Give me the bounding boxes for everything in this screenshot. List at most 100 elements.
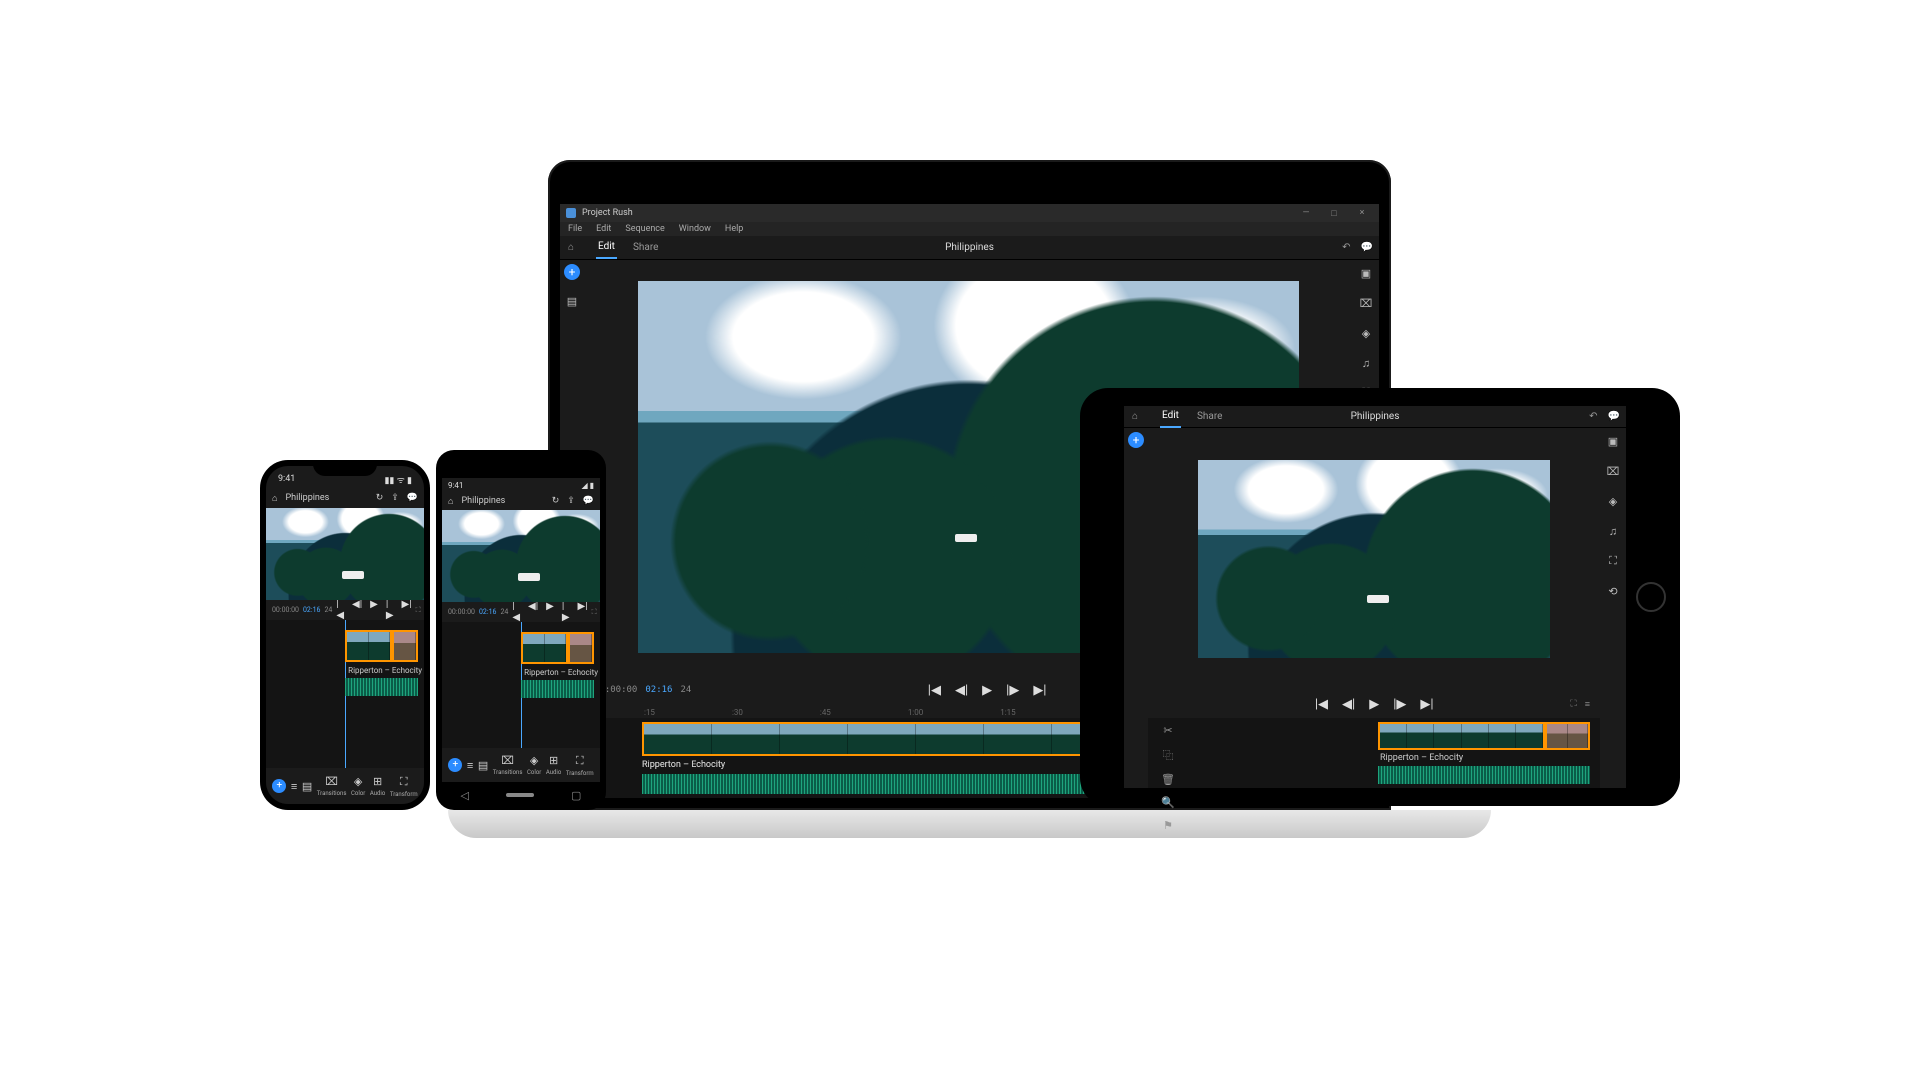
audio-icon[interactable]: ♫ (1606, 524, 1620, 538)
add-media-button[interactable]: + (448, 758, 462, 772)
fullscreen-icon[interactable]: ⛶ (416, 606, 421, 615)
color-icon[interactable]: ◈ (1606, 494, 1620, 508)
step-forward-button[interactable]: |▶ (1006, 683, 1019, 698)
transitions-icon[interactable]: ⌧ (1606, 464, 1620, 478)
step-back-button[interactable]: ◀| (1342, 697, 1355, 712)
video-clip-2[interactable] (1545, 722, 1590, 750)
video-preview[interactable] (266, 508, 424, 600)
audio-button[interactable]: ⊞Audio (546, 754, 561, 776)
fullscreen-icon[interactable]: ⛶ (1570, 699, 1576, 709)
step-forward-button[interactable]: |▶ (562, 601, 570, 623)
titles-icon[interactable]: ▣ (1606, 434, 1620, 448)
nav-home-button[interactable] (506, 793, 534, 797)
color-icon[interactable]: ◈ (1359, 326, 1373, 340)
tab-share[interactable]: Share (631, 237, 660, 258)
video-clip-2[interactable] (568, 632, 594, 664)
crop-icon[interactable]: ⛶ (1606, 554, 1620, 568)
zoom-icon[interactable]: 🔍 (1161, 796, 1175, 809)
undo-icon[interactable]: ↶ (1342, 242, 1350, 253)
menu-icon[interactable]: ≡ (1585, 699, 1590, 710)
goto-end-button[interactable]: ▶| (1033, 683, 1046, 698)
transitions-icon[interactable]: ⌧ (1359, 296, 1373, 310)
tab-share[interactable]: Share (1195, 406, 1224, 427)
goto-start-button[interactable]: |◀ (336, 599, 344, 621)
refresh-icon[interactable]: ↻ (376, 493, 384, 503)
color-button[interactable]: ◈Color (527, 754, 541, 776)
timeline[interactable]: Ripperton – Echocity (442, 622, 600, 748)
play-button[interactable]: ▶ (982, 683, 992, 698)
audio-clip[interactable] (521, 680, 594, 698)
add-media-button[interactable]: + (564, 264, 580, 280)
maximize-button[interactable]: □ (1323, 208, 1345, 219)
timeline[interactable]: Ripperton – Echocity (266, 620, 424, 768)
transitions-button[interactable]: ⌧Transitions (493, 754, 523, 776)
tablet-home-button[interactable] (1636, 582, 1666, 612)
duplicate-icon[interactable]: ⿻ (1163, 747, 1174, 763)
tab-edit[interactable]: Edit (1160, 405, 1181, 428)
refresh-icon[interactable]: ↻ (552, 496, 560, 506)
add-media-button[interactable]: + (1128, 432, 1144, 448)
layers-button[interactable]: ▤ (302, 780, 312, 793)
timeline[interactable]: ✂ ⿻ 🗑 🔍 ⚑ Ripperton – Echocity (1148, 718, 1600, 788)
video-clip-1[interactable] (345, 630, 392, 662)
menu-file[interactable]: File (568, 224, 582, 234)
goto-end-button[interactable]: ▶| (578, 601, 588, 623)
step-back-button[interactable]: ◀| (352, 599, 362, 621)
goto-end-button[interactable]: ▶| (402, 599, 412, 621)
home-icon[interactable]: ⌂ (448, 496, 453, 507)
home-icon[interactable]: ⌂ (272, 493, 277, 504)
video-clip-1[interactable] (642, 722, 1122, 756)
chat-icon[interactable]: 💬 (1608, 411, 1620, 422)
minimize-button[interactable]: — (1295, 208, 1317, 218)
flag-icon[interactable]: ⚑ (1163, 819, 1173, 832)
video-preview[interactable] (442, 510, 600, 602)
transform-icon[interactable]: ⟲ (1606, 584, 1620, 598)
chat-icon[interactable]: 💬 (407, 493, 418, 503)
goto-start-button[interactable]: |◀ (1315, 697, 1328, 712)
play-button[interactable]: ▶ (546, 601, 554, 623)
undo-icon[interactable]: ↶ (1589, 411, 1597, 422)
project-panel-icon[interactable]: ▤ (565, 294, 579, 308)
audio-icon[interactable]: ♫ (1359, 356, 1373, 370)
trash-icon[interactable]: 🗑 (1161, 773, 1175, 786)
color-button[interactable]: ◈Color (351, 775, 365, 797)
chat-icon[interactable]: 💬 (583, 496, 594, 506)
audio-button[interactable]: ⊞Audio (370, 775, 385, 797)
transform-button[interactable]: ⛶Transform (566, 754, 594, 777)
menu-edit[interactable]: Edit (596, 224, 611, 234)
tab-edit[interactable]: Edit (596, 236, 617, 259)
titles-icon[interactable]: ▣ (1359, 266, 1373, 280)
tracks-button[interactable]: ≡ (291, 780, 297, 793)
transitions-button[interactable]: ⌧Transitions (317, 775, 347, 797)
chat-icon[interactable]: 💬 (1361, 242, 1373, 253)
home-icon[interactable]: ⌂ (1132, 411, 1146, 422)
step-back-button[interactable]: ◀| (955, 683, 968, 698)
video-clip-1[interactable] (521, 632, 568, 664)
nav-back-button[interactable]: ◁ (461, 789, 469, 802)
step-back-button[interactable]: ◀| (528, 601, 538, 623)
layers-button[interactable]: ▤ (478, 759, 488, 772)
menu-window[interactable]: Window (679, 224, 711, 234)
close-button[interactable]: × (1351, 208, 1373, 218)
transform-button[interactable]: ⛶Transform (390, 775, 418, 798)
fullscreen-icon[interactable]: ⛶ (592, 608, 597, 617)
goto-start-button[interactable]: |◀ (928, 683, 941, 698)
menu-sequence[interactable]: Sequence (625, 224, 664, 234)
tracks-button[interactable]: ≡ (467, 759, 473, 772)
share-icon[interactable]: ⇪ (567, 496, 575, 506)
add-media-button[interactable]: + (272, 779, 286, 793)
play-button[interactable]: ▶ (370, 599, 378, 621)
nav-recent-button[interactable]: ▢ (571, 789, 581, 802)
goto-end-button[interactable]: ▶| (1420, 697, 1433, 712)
home-icon[interactable]: ⌂ (568, 242, 582, 253)
cut-icon[interactable]: ✂ (1163, 724, 1172, 737)
play-button[interactable]: ▶ (1369, 697, 1379, 712)
step-forward-button[interactable]: |▶ (1393, 697, 1406, 712)
export-icon[interactable]: ⇪ (391, 493, 399, 503)
audio-clip[interactable] (1378, 766, 1590, 784)
video-clip-1[interactable] (1378, 722, 1545, 750)
audio-clip[interactable] (345, 678, 418, 696)
video-clip-2[interactable] (392, 630, 418, 662)
goto-start-button[interactable]: |◀ (512, 601, 520, 623)
menu-help[interactable]: Help (725, 224, 743, 234)
